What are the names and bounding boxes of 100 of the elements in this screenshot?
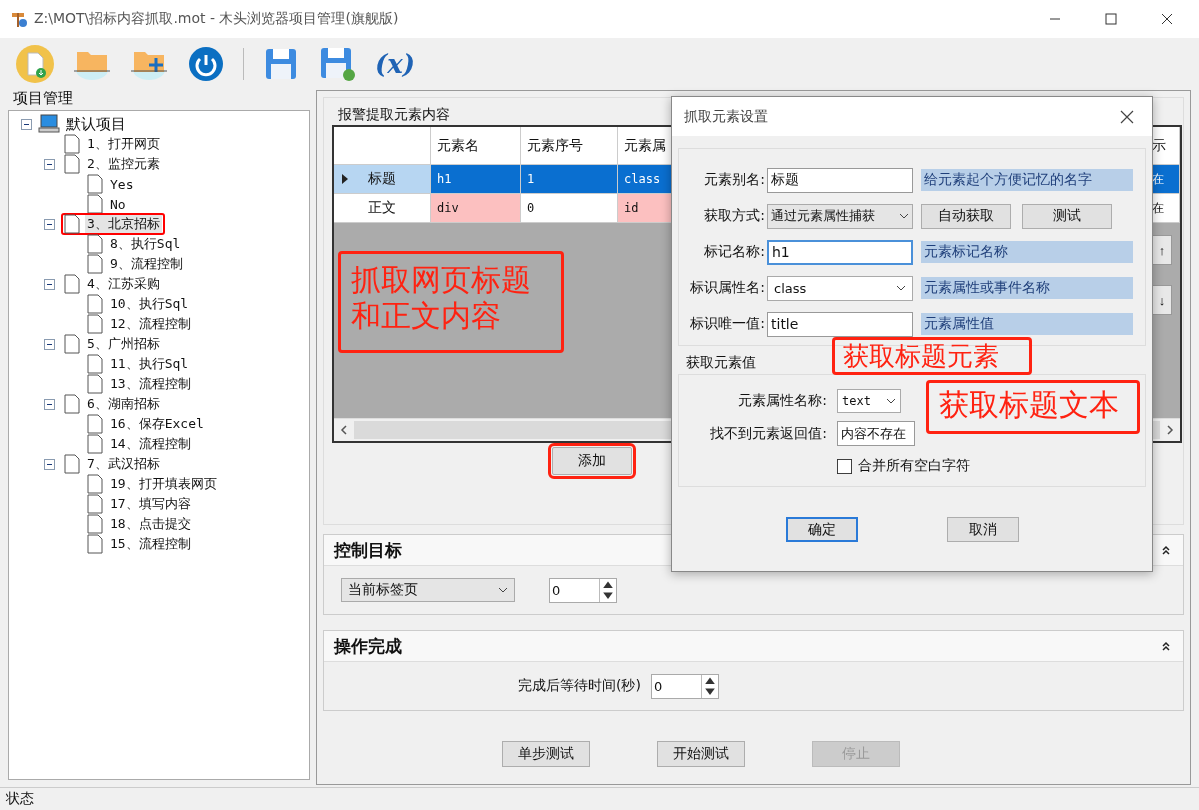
tree-item[interactable]: 1、打开网页: [85, 135, 162, 153]
tree-item[interactable]: 15、流程控制: [108, 535, 193, 553]
dropdown-field[interactable]: text: [837, 389, 901, 413]
scroll-left-icon[interactable]: [340, 425, 348, 435]
document-icon: [64, 394, 80, 414]
field-label: 标记名称:: [703, 243, 766, 261]
field-hint: 给元素起个方便记忆的名字: [921, 169, 1133, 191]
checkbox[interactable]: [837, 458, 852, 474]
document-icon: [87, 354, 103, 374]
field-hint: 元素属性值: [921, 313, 1133, 335]
panel-title: 项目管理: [11, 89, 75, 108]
dropdown-field[interactable]: class: [767, 275, 913, 301]
document-icon: [87, 194, 103, 214]
document-icon: [87, 294, 103, 314]
document-icon: [87, 314, 103, 334]
tree-item[interactable]: 18、点击提交: [108, 515, 193, 533]
wait-spinner[interactable]: 0: [650, 673, 719, 699]
tree-item[interactable]: 9、流程控制: [108, 255, 185, 273]
dialog-button[interactable]: 确定: [786, 517, 858, 542]
minus-box-icon[interactable]: [44, 278, 55, 290]
field-label: 获取方式:: [703, 207, 766, 225]
document-icon: [87, 514, 103, 534]
minus-box-icon[interactable]: [44, 218, 55, 230]
minus-box-icon[interactable]: [44, 458, 55, 470]
field-hint: 元素属性或事件名称: [921, 277, 1133, 299]
tree-item[interactable]: 16、保存Excel: [108, 415, 206, 433]
move-button[interactable]: ↑: [1152, 235, 1172, 265]
close-icon[interactable]: [1120, 109, 1134, 124]
document-icon: [64, 274, 80, 294]
power-icon[interactable]: [186, 44, 226, 84]
field-label: 找不到元素返回值:: [709, 424, 828, 443]
scroll-right-icon[interactable]: [1166, 425, 1174, 435]
document-icon: [64, 214, 80, 234]
group-title: 报警提取元素内容: [338, 105, 450, 124]
wait-label: 完成后等待时间(秒): [518, 677, 641, 695]
current-row-icon: [342, 174, 348, 184]
minus-box-icon[interactable]: [21, 118, 32, 130]
input-field[interactable]: 内容不存在: [837, 421, 915, 446]
tree-item[interactable]: 12、流程控制: [108, 315, 193, 333]
dialog-button[interactable]: 测试: [1022, 203, 1112, 229]
tab-dropdown[interactable]: 当前标签页: [341, 578, 515, 602]
new-document-icon[interactable]: [15, 44, 55, 84]
input-field[interactable]: h1: [767, 239, 913, 265]
tree-item[interactable]: No: [108, 196, 128, 212]
tree-item[interactable]: 2、监控元素: [85, 155, 162, 173]
field-label: 标识唯一值:: [689, 315, 766, 333]
document-icon: [87, 534, 103, 554]
document-icon: [64, 334, 80, 354]
input-field[interactable]: title: [767, 311, 913, 337]
checkbox-label: 合并所有空白字符: [858, 457, 970, 475]
move-button[interactable]: ↓: [1152, 285, 1172, 315]
tree-item[interactable]: 10、执行Sql: [108, 295, 191, 313]
tree-item[interactable]: 4、江苏采购: [85, 275, 162, 293]
input-field[interactable]: 标题: [767, 167, 913, 193]
document-icon: [87, 474, 103, 494]
tree-item[interactable]: 7、武汉招标: [85, 455, 162, 473]
section-title: 控制目标: [334, 538, 402, 562]
document-icon: [87, 254, 103, 274]
app-icon: [10, 10, 28, 28]
field-hint: 元素标记名称: [921, 241, 1133, 263]
document-icon: [87, 414, 103, 434]
dropdown-field[interactable]: 通过元素属性捕获: [767, 203, 913, 229]
tree-item[interactable]: 17、填写内容: [108, 495, 193, 513]
minus-box-icon[interactable]: [44, 158, 55, 170]
group-title: 获取元素值: [686, 354, 756, 372]
computer-icon: [38, 114, 60, 134]
tree-item[interactable]: 8、执行Sql: [108, 235, 183, 253]
annotation-note: 获取标题文本: [926, 380, 1140, 434]
tree-item[interactable]: 19、打开填表网页: [108, 475, 219, 493]
action-button[interactable]: 开始测试: [657, 741, 745, 767]
document-icon: [87, 234, 103, 254]
field-label: 元素属性名称:: [737, 392, 828, 410]
minus-box-icon[interactable]: [44, 398, 55, 410]
action-button[interactable]: 单步测试: [502, 741, 590, 767]
index-spinner[interactable]: 0: [549, 577, 617, 603]
tree-item[interactable]: 6、湖南招标: [85, 395, 162, 413]
tree-item[interactable]: 3、北京招标: [85, 215, 162, 233]
row-header[interactable]: 标题: [334, 165, 431, 194]
row-header[interactable]: 正文: [334, 194, 431, 223]
dialog-button[interactable]: 取消: [947, 517, 1019, 542]
tree-item[interactable]: 5、广州招标: [85, 335, 162, 353]
tree-item[interactable]: Yes: [108, 176, 136, 192]
variable-button[interactable]: (x): [375, 49, 416, 79]
minus-box-icon[interactable]: [44, 338, 55, 350]
tree-item[interactable]: 14、流程控制: [108, 435, 193, 453]
field-label: 元素别名:: [703, 171, 766, 189]
table-cell: h1: [431, 165, 521, 194]
close-icon[interactable]: [1161, 13, 1173, 25]
collapse-icon[interactable]: [1161, 641, 1171, 651]
document-icon: [64, 134, 80, 154]
document-icon: [87, 174, 103, 194]
collapse-icon[interactable]: [1161, 545, 1171, 555]
tree-item[interactable]: 11、执行Sql: [108, 355, 191, 373]
document-icon: [87, 374, 103, 394]
table-cell: div: [431, 194, 521, 223]
document-icon: [87, 434, 103, 454]
tree-item[interactable]: 13、流程控制: [108, 375, 193, 393]
tree-item[interactable]: 默认项目: [64, 114, 128, 134]
dialog-button[interactable]: 自动获取: [921, 203, 1011, 229]
maximize-icon[interactable]: [1105, 13, 1117, 25]
